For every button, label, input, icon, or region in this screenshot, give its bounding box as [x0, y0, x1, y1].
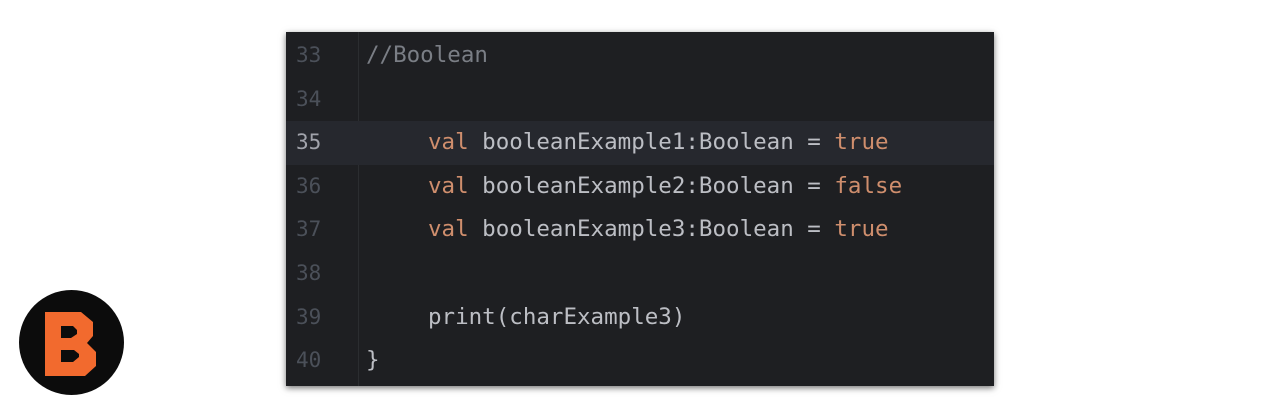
- current-code-line[interactable]: 35 val booleanExample1:Boolean = true: [286, 121, 994, 165]
- brand-b-logo-icon: [19, 290, 124, 395]
- code-content[interactable]: val booleanExample3:Boolean = true: [366, 208, 889, 252]
- code-editor[interactable]: 33 //Boolean 34 35 val booleanExample1:B…: [286, 32, 994, 386]
- code-content[interactable]: }: [366, 339, 380, 383]
- line-number: 36: [296, 173, 322, 198]
- brand-b-logo-glyph: [45, 312, 96, 376]
- keyword-val: val: [428, 216, 469, 243]
- code-content[interactable]: val booleanExample1:Boolean = true: [366, 121, 889, 165]
- declaration-text: booleanExample2:Boolean =: [468, 172, 835, 199]
- declaration-text: booleanExample3:Boolean =: [468, 216, 835, 243]
- line-number: 34: [296, 86, 322, 111]
- boolean-literal: false: [834, 172, 903, 199]
- code-line[interactable]: 36 val booleanExample2:Boolean = false: [286, 165, 994, 209]
- comment-text: //Boolean: [366, 42, 488, 68]
- code-content[interactable]: print(charExample3): [366, 296, 685, 340]
- code-line[interactable]: 33 //Boolean: [286, 34, 994, 78]
- line-number: 37: [296, 217, 322, 242]
- line-number: 33: [296, 43, 322, 67]
- declaration-text: booleanExample1:Boolean =: [468, 129, 835, 156]
- code-content[interactable]: val booleanExample2:Boolean = false: [366, 165, 902, 209]
- code-line[interactable]: 34: [286, 78, 994, 122]
- line-number: 35: [296, 130, 322, 155]
- code-line[interactable]: 40 }: [286, 339, 994, 383]
- print-call-text: print(charExample3): [428, 303, 686, 330]
- closing-brace: }: [366, 347, 380, 374]
- code-content[interactable]: //Boolean: [366, 34, 488, 78]
- code-line[interactable]: 39 print(charExample3): [286, 296, 994, 340]
- screenshot-stage: 33 //Boolean 34 35 val booleanExample1:B…: [0, 0, 1280, 420]
- keyword-val: val: [428, 172, 469, 199]
- line-number: 38: [296, 261, 322, 285]
- code-line[interactable]: 38: [286, 252, 994, 296]
- keyword-val: val: [428, 129, 469, 156]
- line-number: 40: [296, 348, 322, 373]
- boolean-literal: true: [834, 216, 889, 243]
- boolean-literal: true: [834, 129, 889, 156]
- code-line[interactable]: 37 val booleanExample3:Boolean = true: [286, 208, 994, 252]
- line-number: 39: [296, 304, 322, 329]
